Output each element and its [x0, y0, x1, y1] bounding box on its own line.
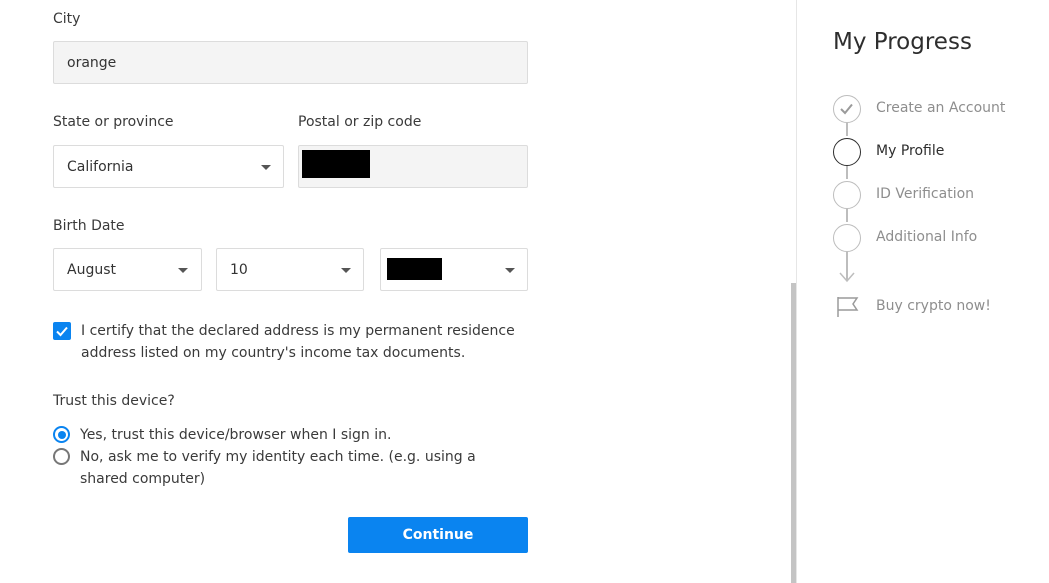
step-id-verification-label: ID Verification	[876, 186, 975, 202]
chevron-down-icon	[505, 268, 515, 273]
step-create-account-label: Create an Account	[876, 100, 1006, 116]
progress-connector	[846, 166, 848, 179]
birth-year-select[interactable]	[380, 248, 528, 291]
check-icon	[840, 103, 853, 115]
state-value: California	[67, 158, 134, 175]
step-id-verification-circle	[833, 181, 861, 209]
state-label: State or province	[53, 114, 174, 130]
trust-no-radio[interactable]	[53, 448, 70, 465]
state-select[interactable]: California	[53, 145, 284, 188]
step-my-profile-label: My Profile	[876, 143, 945, 159]
city-value: orange	[67, 54, 117, 71]
chevron-down-icon	[178, 268, 188, 273]
step-additional-info-label: Additional Info	[876, 229, 978, 245]
certify-checkbox[interactable]	[53, 322, 71, 340]
chevron-down-icon	[341, 268, 351, 273]
step-additional-info-circle	[833, 224, 861, 252]
arrow-down-icon	[839, 272, 855, 283]
birth-month-select[interactable]: August	[53, 248, 202, 291]
birth-month-value: August	[67, 261, 116, 278]
progress-connector	[846, 123, 848, 136]
trust-yes-radio[interactable]	[53, 426, 70, 443]
step-create-account-circle	[833, 95, 861, 123]
postal-input[interactable]	[298, 145, 528, 188]
birth-day-value: 10	[230, 261, 248, 278]
flag-icon	[837, 297, 859, 317]
progress-title: My Progress	[833, 29, 972, 55]
progress-connector	[846, 209, 848, 222]
check-icon	[56, 326, 68, 337]
trust-label: Trust this device?	[53, 393, 175, 409]
step-my-profile-circle	[833, 138, 861, 166]
redacted-block	[387, 258, 442, 280]
trust-no-label[interactable]: No, ask me to verify my identity each ti…	[80, 446, 520, 490]
birth-day-select[interactable]: 10	[216, 248, 364, 291]
postal-label: Postal or zip code	[298, 114, 422, 130]
certify-text: I certify that the declared address is m…	[81, 323, 515, 361]
city-label: City	[53, 11, 81, 27]
step-buy-crypto-label: Buy crypto now!	[876, 298, 991, 314]
birth-date-label: Birth Date	[53, 218, 125, 234]
continue-button[interactable]: Continue	[348, 517, 528, 553]
trust-yes-label[interactable]: Yes, trust this device/browser when I si…	[80, 424, 391, 446]
city-input[interactable]: orange	[53, 41, 528, 84]
panel-divider	[796, 0, 797, 583]
chevron-down-icon	[261, 165, 271, 170]
redacted-block	[302, 150, 370, 178]
